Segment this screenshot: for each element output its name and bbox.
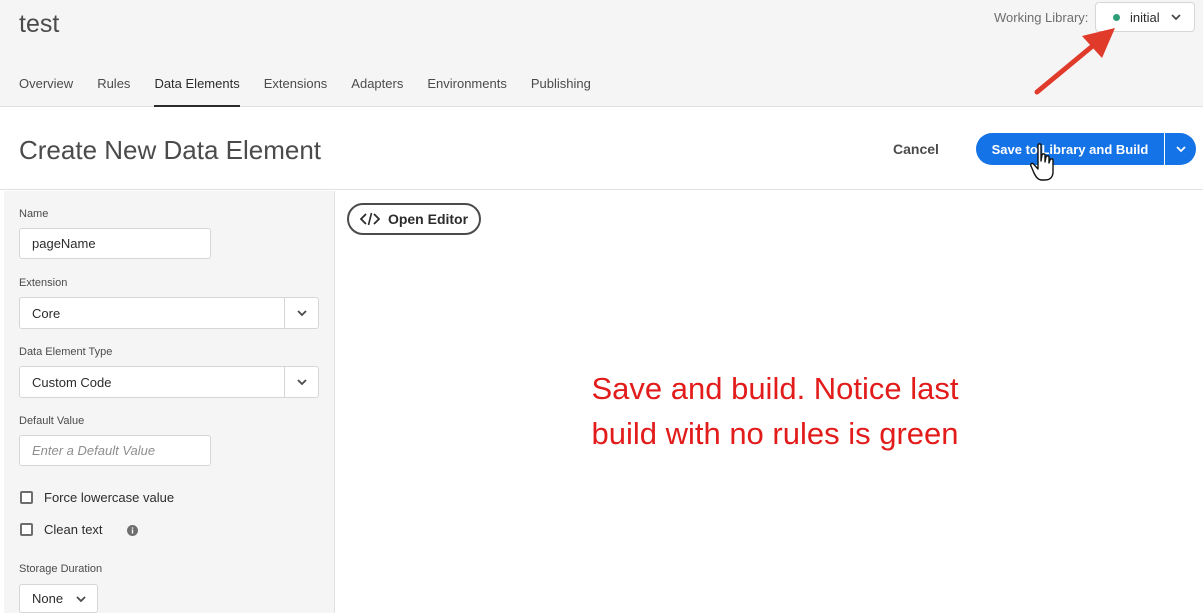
annotation-line-1: Save and build. Notice last	[591, 371, 959, 406]
annotation-line-2: build with no rules is green	[591, 416, 959, 451]
clean-text-label: Clean text	[44, 522, 103, 537]
chevron-down-icon	[1171, 14, 1181, 21]
open-editor-button[interactable]: Open Editor	[347, 203, 481, 235]
tab-adapters[interactable]: Adapters	[351, 76, 403, 107]
hand-pointer-cursor-icon	[1030, 143, 1054, 181]
name-label: Name	[19, 208, 49, 220]
library-status-dot	[1113, 13, 1120, 21]
clean-text-row[interactable]: Clean text	[20, 522, 103, 537]
default-value-label: Default Value	[19, 415, 85, 427]
working-library-value: initial	[1130, 9, 1160, 25]
default-value-field[interactable]	[19, 435, 211, 466]
data-element-type-value: Custom Code	[32, 374, 112, 390]
top-header: test Working Library: initial Overview R…	[0, 0, 1203, 107]
extension-select[interactable]: Core	[19, 297, 319, 329]
chevron-down-icon	[1175, 146, 1186, 153]
save-options-menu-button[interactable]	[1165, 133, 1196, 165]
save-to-library-and-build-button[interactable]: Save to Library and Build	[976, 133, 1164, 165]
tab-rules[interactable]: Rules	[97, 76, 130, 107]
tab-environments[interactable]: Environments	[427, 76, 506, 107]
annotation-arrow-icon	[1034, 28, 1115, 95]
name-field[interactable]	[19, 228, 211, 259]
tab-data-elements[interactable]: Data Elements	[154, 76, 240, 107]
tab-publishing[interactable]: Publishing	[531, 76, 591, 107]
settings-panel: Name Extension Core Data Element Type Cu…	[4, 191, 335, 613]
chevron-down-icon	[296, 379, 307, 386]
storage-duration-select[interactable]: None	[19, 584, 98, 613]
code-icon	[359, 212, 380, 226]
action-bar: Create New Data Element Cancel Save to L…	[0, 107, 1203, 190]
tab-overview[interactable]: Overview	[19, 76, 73, 107]
force-lowercase-label: Force lowercase value	[44, 490, 175, 505]
force-lowercase-checkbox[interactable]	[20, 491, 33, 504]
tab-bar: Overview Rules Data Elements Extensions …	[19, 76, 615, 107]
storage-duration-value: None	[32, 591, 64, 606]
extension-value: Core	[32, 305, 61, 321]
clean-text-checkbox[interactable]	[20, 523, 33, 536]
extension-label: Extension	[19, 277, 68, 289]
data-element-type-dropdown-button[interactable]	[284, 367, 318, 397]
data-element-type-select[interactable]: Custom Code	[19, 366, 319, 398]
property-title: test	[19, 10, 60, 38]
chevron-down-icon	[296, 310, 307, 317]
data-element-type-label: Data Element Type	[19, 346, 113, 358]
extension-dropdown-button[interactable]	[284, 298, 318, 328]
info-icon[interactable]	[127, 525, 138, 536]
annotation-text: Save and build. Notice last build with n…	[560, 366, 990, 456]
chevron-down-icon	[76, 595, 86, 602]
cancel-button[interactable]: Cancel	[880, 137, 952, 161]
open-editor-label: Open Editor	[387, 211, 469, 227]
tab-extensions[interactable]: Extensions	[264, 76, 328, 107]
storage-duration-label: Storage Duration	[19, 563, 103, 575]
page-title: Create New Data Element	[19, 135, 322, 165]
force-lowercase-row[interactable]: Force lowercase value	[20, 490, 174, 505]
